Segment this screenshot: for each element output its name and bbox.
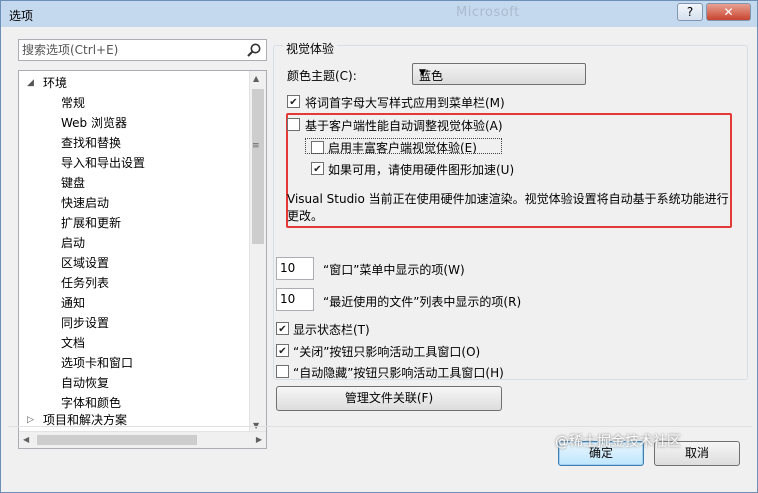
tree-item-label: 文档 [61, 336, 86, 350]
recent-files-count-label: “最近使用的文件”列表中显示的项(R) [323, 295, 522, 309]
scroll-thumb[interactable] [252, 89, 264, 244]
tree-item[interactable]: 键盘 [19, 173, 249, 193]
search-input[interactable] [19, 40, 244, 60]
tree-item-label: 同步设置 [61, 316, 110, 330]
search-box [18, 39, 267, 61]
uppercase-menu-label: 将词首字母大写样式应用到菜单栏(M) [305, 96, 505, 110]
tree-item[interactable]: Web 浏览器 [19, 113, 249, 133]
search-icon[interactable] [246, 42, 262, 58]
tree-item[interactable]: 选项卡和窗口 [19, 353, 249, 373]
tree-item-label: 键盘 [61, 176, 86, 190]
tree-item-label: 自动恢复 [61, 376, 110, 390]
options-tree: ◢ 环境 常规 Web 浏览器 查找和替换导入和导出设置 键盘快速启动扩展和更新启动区… [18, 70, 267, 449]
tree-item-label: 字体和颜色 [61, 396, 122, 410]
tree-item-label: 任务列表 [61, 276, 110, 290]
scroll-thumb-horizontal[interactable] [37, 435, 197, 445]
tree-item[interactable]: 区域设置 [19, 253, 249, 273]
group-title: 视觉体验 [283, 40, 338, 57]
info-text-line1: Visual Studio 当前正在使用硬件加速渲染。视觉体验设置将自动基于系统… [287, 192, 729, 206]
tree-item-label: 环境 [43, 76, 68, 90]
hw-accel-label: 如果可用，请使用硬件图形加速(U) [328, 163, 515, 177]
manage-file-associations-button[interactable]: 管理文件关联(F) [276, 386, 502, 411]
tree-vertical-scrollbar[interactable]: ▲ ≡ ▼ [249, 71, 266, 433]
rich-client-label: 启用丰富客户端视觉体验(E) [328, 141, 477, 155]
autohide-checkbox[interactable] [276, 365, 289, 378]
tree-item-environment[interactable]: ◢ 环境 [19, 73, 249, 93]
help-button[interactable]: ? [677, 3, 703, 21]
auto-adjust-checkbox[interactable] [287, 118, 300, 131]
window-title: 选项 [9, 9, 34, 23]
color-theme-select[interactable]: 蓝色 ▼ [412, 63, 586, 85]
hw-accel-checkbox[interactable] [311, 162, 324, 175]
tree-item-label: Web 浏览器 [61, 116, 127, 130]
close-button-checkbox[interactable] [276, 344, 289, 357]
tree-horizontal-scrollbar[interactable]: ◀ ▶ [19, 431, 266, 448]
status-bar-label: 显示状态栏(T) [293, 323, 370, 337]
tree-item-label: 常规 [61, 96, 86, 110]
tree-item-label: 项目和解决方案 [43, 413, 128, 427]
options-dialog: 选项 Microsoft ? ✕ ◢ 环境 常规 Web 浏览器查找和替换导入和导… [0, 0, 758, 493]
tree-item-projects[interactable]: ▷ 项目和解决方案 [19, 413, 249, 427]
tree-item[interactable]: 导入和导出设置 [19, 153, 249, 173]
tree-item[interactable]: 任务列表 [19, 273, 249, 293]
tree-item[interactable]: 常规 [19, 93, 249, 113]
expand-arrow-icon[interactable]: ▷ [27, 413, 34, 427]
scroll-left-icon[interactable]: ◀ [23, 435, 29, 444]
window-menu-count-label: “窗口”菜单中显示的项(W) [323, 263, 465, 277]
info-text-line2: 更改。 [287, 209, 324, 223]
tree-item[interactable]: 启动 [19, 233, 249, 253]
tree-item-label: 快速启动 [61, 196, 110, 210]
tree-item-label: 选项卡和窗口 [61, 356, 134, 370]
tree-item[interactable]: 自动恢复 [19, 373, 249, 393]
color-theme-label: 颜色主题(C): [287, 69, 357, 83]
scroll-grip-icon: ≡ [252, 141, 260, 151]
tree-item[interactable]: 文档 [19, 333, 249, 353]
footer-separator [8, 426, 752, 427]
tree-item[interactable]: 同步设置 [19, 313, 249, 333]
watermark-text: @稀土掘金技术社区 [555, 434, 681, 450]
scroll-right-icon[interactable]: ▶ [256, 435, 262, 444]
auto-adjust-label: 基于客户端性能自动调整视觉体验(A) [305, 119, 503, 133]
collapse-arrow-icon[interactable]: ◢ [27, 73, 34, 93]
tree-item[interactable]: 快速启动 [19, 193, 249, 213]
tree-item[interactable]: 扩展和更新 [19, 213, 249, 233]
tree-item[interactable]: 通知 [19, 293, 249, 313]
status-bar-checkbox[interactable] [276, 322, 289, 335]
autohide-label: “自动隐藏”按钮只影响活动工具窗口(H) [293, 366, 504, 380]
tree-item[interactable]: 查找和替换 [19, 133, 249, 153]
tree-item-label: 扩展和更新 [61, 216, 122, 230]
tree-item-label: 导入和导出设置 [61, 156, 146, 170]
window-menu-count-input[interactable]: 10 [276, 257, 314, 280]
tree-item-label: 查找和替换 [61, 136, 122, 150]
scroll-up-icon[interactable]: ▲ [253, 74, 259, 83]
tree-item-label: 通知 [61, 296, 86, 310]
recent-files-count-input[interactable]: 10 [276, 288, 314, 311]
chevron-down-icon: ▼ [419, 68, 426, 78]
tree-item-label: 启动 [61, 236, 86, 250]
close-button-label: “关闭”按钮只影响活动工具窗口(O) [293, 345, 481, 359]
dialog-body: ◢ 环境 常规 Web 浏览器查找和替换导入和导出设置键盘快速启动扩展和更新启动区… [8, 31, 752, 487]
close-button[interactable]: ✕ [706, 3, 751, 21]
title-bar: 选项 Microsoft ? ✕ [1, 1, 757, 27]
uppercase-menu-checkbox[interactable] [287, 95, 300, 108]
tree-item[interactable]: 字体和颜色 [19, 393, 249, 413]
tree-item-label: 区域设置 [61, 256, 110, 270]
background-window-title: Microsoft [456, 5, 520, 20]
